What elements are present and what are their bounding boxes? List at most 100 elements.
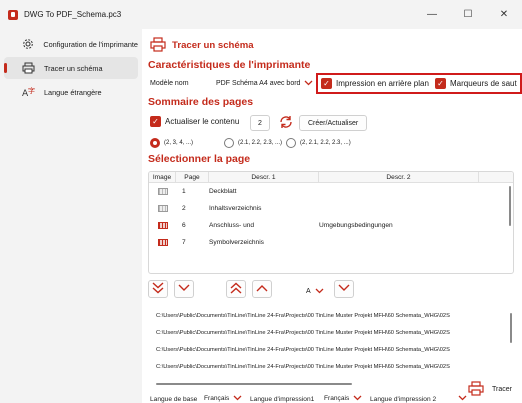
sidebar-item-label: Langue étrangère — [44, 87, 102, 97]
printer-icon — [468, 381, 484, 398]
page-number: 7 — [182, 239, 186, 246]
page-title: Tracer un schéma — [172, 40, 254, 51]
app-icon — [8, 9, 18, 20]
list-item[interactable]: C:\Users\Public\Documents\TinLine\TinLin… — [148, 358, 514, 375]
maximize-button[interactable]: ☐ — [450, 0, 486, 29]
radio-indicator — [224, 138, 234, 148]
refresh-icon[interactable] — [278, 114, 294, 132]
window-title: DWG To PDF_Schema.pc3 — [24, 10, 122, 19]
summary-section-title: Sommaire des pages — [148, 96, 254, 108]
sidebar-item-printer-config[interactable]: Configuration de l'imprimante — [4, 33, 138, 55]
page-thumbnail — [157, 205, 168, 212]
plot-button[interactable]: Tracer — [468, 381, 512, 398]
chevron-down-icon — [353, 394, 362, 403]
table-header: Image Page Descr. 1 Descr. 2 — [149, 172, 513, 183]
double-chevron-down-icon — [151, 282, 165, 296]
column-header-descr2[interactable]: Descr. 2 — [319, 172, 479, 182]
sort-direction-button[interactable] — [334, 280, 354, 298]
sidebar: Configuration de l'imprimante Tracer un … — [0, 29, 142, 403]
descr1-cell: Anschluss- und — [209, 222, 255, 229]
descr1-cell: Deckblatt — [209, 188, 237, 195]
print-language1-value: Français — [324, 394, 350, 402]
radio-label: (2, 2.1, 2.2, 2.3, ...) — [300, 140, 351, 146]
radio-option-1[interactable]: (2, 3, 4, ...) — [150, 138, 193, 148]
page-thumbnail — [157, 222, 168, 229]
page-number: 2 — [182, 205, 186, 212]
paths-scrollbar[interactable] — [510, 313, 512, 343]
page-thumbnail — [157, 188, 168, 195]
update-content-checkbox[interactable]: ✓ Actualiser le contenu — [150, 116, 239, 127]
model-label: Modèle nom — [150, 80, 189, 87]
move-up-button[interactable] — [252, 280, 272, 298]
sort-value: A — [306, 287, 311, 295]
table-scrollbar[interactable] — [509, 186, 511, 226]
radio-indicator — [286, 138, 296, 148]
move-to-bottom-button[interactable] — [148, 280, 168, 298]
page-thumbnail — [157, 239, 168, 246]
translate-icon: A字 — [20, 86, 36, 98]
list-item[interactable]: C:\Users\Public\Documents\TinLine\TinLin… — [148, 324, 514, 341]
list-item[interactable]: C:\Users\Public\Documents\TinLine\TinLin… — [148, 307, 514, 324]
table-row[interactable]: 1 Deckblatt — [149, 183, 513, 200]
page-number: 1 — [182, 188, 186, 195]
printer-section-title: Caractéristiques de l'imprimante — [148, 59, 311, 71]
window-controls: — ☐ ✕ — [414, 0, 522, 29]
update-content-label: Actualiser le contenu — [165, 117, 240, 126]
sidebar-item-label: Configuration de l'imprimante — [43, 39, 138, 49]
printer-icon — [20, 62, 36, 74]
sort-select[interactable]: A — [306, 284, 324, 298]
move-down-button[interactable] — [174, 280, 194, 298]
radio-indicator — [150, 138, 160, 148]
pages-table: Image Page Descr. 1 Descr. 2 1 Deckblatt… — [148, 171, 514, 274]
sidebar-item-label: Tracer un schéma — [44, 63, 103, 73]
radio-label: (2.1, 2.2, 2.3, ...) — [238, 140, 283, 146]
chevron-down-icon — [337, 283, 351, 295]
background-print-label: Impression en arrière plan — [336, 79, 429, 88]
radio-label: (2, 3, 4, ...) — [164, 140, 194, 146]
chevron-down-icon — [304, 79, 313, 88]
base-language-label: Langue de base — [150, 396, 198, 403]
jump-markers-label: Marqueurs de saut — [450, 79, 517, 88]
table-row[interactable]: 2 Inhaltsverzeichnis — [149, 200, 513, 217]
descr2-cell: Umgebungsbedingungen — [319, 222, 393, 229]
close-button[interactable]: ✕ — [486, 0, 522, 29]
print-language1-label: Langue d'impression1 — [250, 396, 315, 403]
base-language-select[interactable]: Français — [204, 391, 242, 403]
radio-option-2[interactable]: (2.1, 2.2, 2.3, ...) — [224, 138, 282, 148]
print-language2-label: Langue d'impression 2 — [370, 396, 437, 403]
column-header-descr1[interactable]: Descr. 1 — [209, 172, 319, 182]
printer-icon — [150, 37, 166, 54]
svg-text:字: 字 — [28, 86, 35, 95]
model-select[interactable]: PDF Schéma A4 avec bord — [216, 76, 313, 90]
descr1-cell: Symbolverzeichnis — [209, 239, 264, 246]
chevron-down-icon — [233, 394, 242, 403]
jump-markers-checkbox[interactable]: ✓ Marqueurs de saut — [435, 78, 517, 89]
title-bar: DWG To PDF_Schema.pc3 — ☐ ✕ — [0, 0, 522, 29]
chevron-down-icon — [315, 287, 324, 296]
column-header-image[interactable]: Image — [149, 172, 176, 182]
background-print-checkbox[interactable]: ✓ Impression en arrière plan — [321, 78, 429, 89]
radio-option-3[interactable]: (2, 2.1, 2.2, 2.3, ...) — [286, 138, 351, 148]
model-value: PDF Schéma A4 avec bord — [216, 79, 301, 87]
sidebar-item-plot-schema[interactable]: Tracer un schéma — [4, 57, 138, 79]
print-language2-select[interactable] — [448, 391, 467, 403]
sidebar-item-foreign-language[interactable]: A字 Langue étrangère — [4, 81, 138, 103]
checkmark-icon: ✓ — [435, 78, 446, 89]
descr1-cell: Inhaltsverzeichnis — [209, 205, 262, 212]
page-count-input[interactable]: 2 — [250, 115, 270, 131]
checkmark-icon: ✓ — [321, 78, 332, 89]
create-update-button[interactable]: Créer/Actualiser — [299, 115, 368, 131]
chevron-down-icon — [458, 394, 467, 403]
print-language1-select[interactable]: Français — [324, 391, 362, 403]
checkmark-icon: ✓ — [150, 116, 161, 127]
minimize-button[interactable]: — — [414, 0, 450, 29]
list-item[interactable]: C:\Users\Public\Documents\TinLine\TinLin… — [148, 341, 514, 358]
column-header-page[interactable]: Page — [176, 172, 209, 182]
paths-horizontal-scrollbar[interactable] — [156, 383, 352, 385]
main-panel: Tracer un schéma Caractéristiques de l'i… — [142, 29, 522, 403]
gear-icon — [20, 38, 35, 50]
table-row[interactable]: 6 Anschluss- und Umgebungsbedingungen — [149, 217, 513, 234]
move-to-top-button[interactable] — [226, 280, 246, 298]
output-paths-list: C:\Users\Public\Documents\TinLine\TinLin… — [148, 307, 514, 381]
table-row[interactable]: 7 Symbolverzeichnis — [149, 234, 513, 251]
